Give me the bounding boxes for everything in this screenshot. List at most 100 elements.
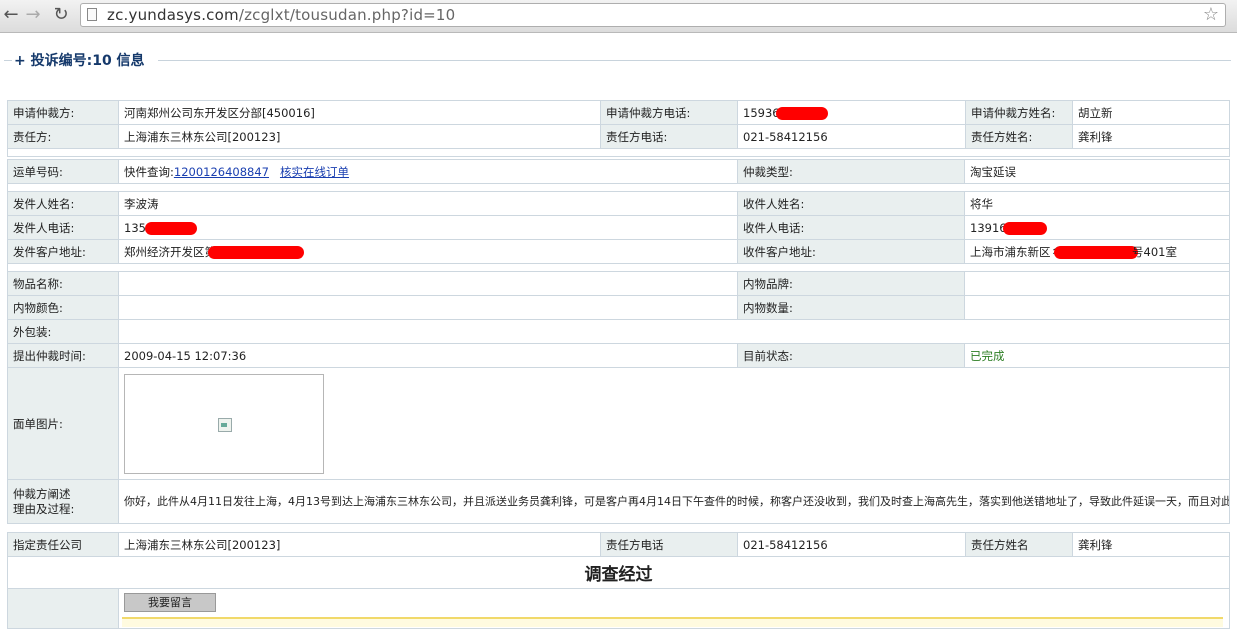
receiver-name-label: 收件人姓名: [737,191,965,216]
leave-message-button[interactable]: 我要留言 [124,593,216,612]
responsible-label: 责任方: [7,124,119,149]
status-value: 已完成 [964,343,1230,368]
assigned-phone-label: 责任方电话 [600,532,738,557]
receiver-address-suffix: 号401室 [1132,244,1177,259]
url-path: /zcglxt/tousudan.php?id=10 [238,6,456,24]
receiver-name-value: 将华 [964,191,1230,216]
waybill-prefix: 快件查询: [124,164,174,179]
page-title: + 投诉编号:10 信息 [14,53,145,69]
applicant-name-label: 申请仲裁方姓名: [965,100,1073,125]
table-row: 指定责任公司 上海浦东三林东公司[200123] 责任方电话 021-58412… [7,532,1230,557]
sender-address-label: 发件客户地址: [7,239,119,264]
receiver-phone-label: 收件人电话: [737,215,965,240]
responsible-phone-value: 021-58412156 [737,124,966,149]
receiver-address-label: 收件客户地址: [737,239,965,264]
table-row: 发件人姓名: 李波涛 收件人姓名: 将华 [7,191,1230,216]
table-row: 面单图片: [7,367,1230,480]
responsible-value: 上海浦东三林东公司[200123] [118,124,601,149]
table-row: 运单号码: 快件查询:1200126408847 核实在线订单 仲裁类型: 淘宝… [7,159,1230,184]
table-row: 申请仲裁方: 河南郑州公司东开发区分部[450016] 申请仲裁方电话: 159… [7,100,1230,125]
assigned-company-table: 指定责任公司 上海浦东三林东公司[200123] 责任方电话 021-58412… [7,532,1230,629]
assigned-name-label: 责任方姓名 [965,532,1073,557]
heading-divider [4,60,1231,61]
url-text[interactable]: zc.yundasys.com/zcglxt/tousudan.php?id=1… [107,6,455,24]
outer-packaging-label: 外包装: [7,319,119,344]
receiver-address-prefix: 上海市浦东新区彳 [970,244,1062,259]
forward-button[interactable]: → [22,4,44,26]
redaction-mark [775,106,828,120]
applicant-phone-value: 15936 [743,105,780,120]
table-row: 物品名称: 内物品牌: [7,271,1230,296]
item-quantity-label: 内物数量: [737,295,965,320]
reason-text: 你好，此件从4月11日发往上海，4月13号到达上海浦东三林东公司，并且派送业务员… [118,479,1230,524]
sender-name-value: 李波涛 [118,191,738,216]
browser-toolbar: ← → ↻ zc.yundasys.com/zcglxt/tousudan.ph… [0,0,1237,33]
applicant-name-value: 胡立新 [1072,100,1230,125]
outer-packaging-value [118,319,1230,344]
section-title: 调查经过 [584,565,653,585]
applicant-label: 申请仲裁方: [7,100,119,125]
investigation-title-cell: 调查经过 [7,556,1230,589]
bookmark-star-icon[interactable]: ☆ [1203,4,1219,25]
reason-label-line2: 理由及过程: [13,501,75,516]
waybill-label: 运单号码: [7,159,119,184]
assigned-company-value: 上海浦东三林东公司[200123] [118,532,601,557]
redaction-mark [208,245,304,259]
redaction-mark [1002,221,1047,235]
sender-name-label: 发件人姓名: [7,191,119,216]
sender-address-cell: 郑州经济开发区第 [118,239,738,264]
arbitration-type-value: 淘宝延误 [964,159,1230,184]
table-row: 提出仲裁时间: 2009-04-15 12:07:36 目前状态: 已完成 [7,343,1230,368]
reason-label-line1: 仲裁方阐述 [13,486,71,501]
waybill-image[interactable] [124,373,324,474]
table-row: 外包装: [7,319,1230,344]
item-brand-value [964,271,1230,296]
applicant-value: 河南郑州公司东开发区分部[450016] [118,100,601,125]
table-row: 发件人电话: 1352 收件人电话: 13916 [7,215,1230,240]
redaction-mark [1054,245,1138,259]
url-host: zc.yundasys.com [107,6,239,24]
table-row: 责任方: 上海浦东三林东公司[200123] 责任方电话: 021-584121… [7,124,1230,149]
table-row: 调查经过 [7,556,1230,589]
address-bar[interactable]: zc.yundasys.com/zcglxt/tousudan.php?id=1… [80,3,1226,27]
reason-label: 仲裁方阐述 理由及过程: [7,479,119,524]
message-box [122,617,1223,627]
arbitration-type-label: 仲裁类型: [737,159,965,184]
responsible-phone-label: 责任方电话: [600,124,738,149]
item-name-label: 物品名称: [7,271,119,296]
status-label: 目前状态: [737,343,965,368]
submit-time-label: 提出仲裁时间: [7,343,119,368]
table-row: 发件客户地址: 郑州经济开发区第 收件客户地址: 上海市浦东新区彳 号401室 [7,239,1230,264]
waybill-image-label: 面单图片: [7,367,119,480]
submit-time-value: 2009-04-15 12:07:36 [118,343,738,368]
verify-order-link[interactable]: 核实在线订单 [280,165,349,179]
item-color-label: 内物颜色: [7,295,119,320]
broken-image-icon [218,417,232,432]
assigned-name-value: 龚利锋 [1072,532,1230,557]
reload-button[interactable]: ↻ [50,4,72,26]
item-brand-label: 内物品牌: [737,271,965,296]
waybill-image-cell [118,367,1230,480]
receiver-address-cell: 上海市浦东新区彳 号401室 [964,239,1230,264]
shipment-info-table: 运单号码: 快件查询:1200126408847 核实在线订单 仲裁类型: 淘宝… [7,159,1230,524]
assigned-company-label: 指定责任公司 [7,532,119,557]
assigned-phone-value: 021-58412156 [737,532,966,557]
item-name-value [118,271,738,296]
table-row: 仲裁方阐述 理由及过程: 你好，此件从4月11日发往上海，4月13号到达上海浦东三… [7,479,1230,524]
investigation-label-cell [7,588,119,629]
applicant-phone-cell: 15936 [737,100,966,125]
page-icon [87,8,97,21]
back-button[interactable]: ← [0,4,22,26]
redaction-mark [145,221,198,235]
applicant-phone-label: 申请仲裁方电话: [600,100,738,125]
table-row: 内物颜色: 内物数量: [7,295,1230,320]
responsible-name-value: 龚利锋 [1072,124,1230,149]
sender-phone-cell: 1352 [118,215,738,240]
sender-address-value: 郑州经济开发区第 [124,244,216,259]
sender-phone-label: 发件人电话: [7,215,119,240]
receiver-phone-value: 13916 [970,220,1007,235]
waybill-number-link[interactable]: 1200126408847 [174,165,269,179]
item-quantity-value [964,295,1230,320]
item-color-value [118,295,738,320]
receiver-phone-cell: 13916 [964,215,1230,240]
